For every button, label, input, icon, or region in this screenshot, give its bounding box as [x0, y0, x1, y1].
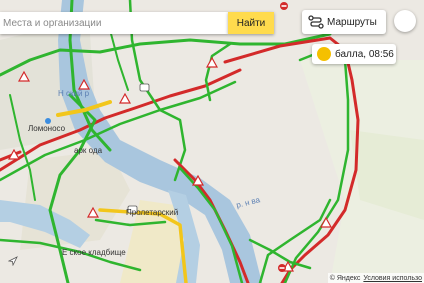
- copyright-text: © Яндекс: [329, 274, 361, 282]
- routes-label: Маршруты: [327, 16, 377, 28]
- user-menu-button[interactable]: [394, 10, 416, 32]
- no-entry-bar: [279, 267, 285, 269]
- traffic-level-label: балла, 08:56: [335, 48, 394, 60]
- geolocation-icon[interactable]: [8, 256, 18, 266]
- search-box[interactable]: [0, 12, 228, 34]
- proletarsky-label: Пролетарский: [126, 208, 179, 217]
- route-icon: [305, 15, 327, 29]
- traffic-map[interactable]: [0, 0, 424, 283]
- routes-button[interactable]: Маршруты: [302, 10, 386, 34]
- terms-link[interactable]: Условия использо: [363, 275, 422, 282]
- search-button[interactable]: Найти: [228, 12, 274, 34]
- search-input[interactable]: [0, 12, 223, 34]
- park-label: арк ода: [74, 146, 103, 155]
- map-footer: © Яндекс Условия использо: [327, 273, 424, 283]
- cemetery-label: Е ское кладбище: [62, 248, 126, 257]
- traffic-level-badge[interactable]: балла, 08:56: [312, 44, 396, 64]
- accident-icon: [139, 83, 150, 92]
- district-label: Н ский р: [58, 89, 90, 98]
- traffic-level-value: [317, 47, 331, 61]
- lomonosov-label: Ломоносо: [28, 124, 66, 133]
- no-entry-bar: [281, 5, 287, 7]
